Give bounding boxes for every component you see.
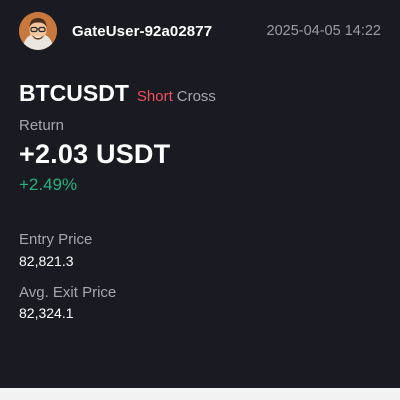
return-value: +2.03 USDT <box>19 139 171 169</box>
position-side-badge: Short <box>136 88 173 105</box>
timestamp: 2025-04-05 14:22 <box>266 23 382 39</box>
card-header: GateUser-92a02877 2025-04-05 14:22 <box>19 12 381 52</box>
bottom-divider <box>0 388 400 400</box>
entry-price-value: 82,821.3 <box>19 253 74 269</box>
trading-pair: BTCUSDT <box>19 80 129 106</box>
entry-price-label: Entry Price <box>19 231 93 248</box>
pair-row: BTCUSDT Short Cross <box>19 80 216 110</box>
return-label: Return <box>19 117 65 134</box>
username: GateUser-92a02877 <box>72 23 213 40</box>
return-percent: +2.49% <box>19 175 78 194</box>
avatar-portrait-icon <box>19 12 57 50</box>
avatar[interactable] <box>19 12 57 50</box>
trade-share-card: GateUser-92a02877 2025-04-05 14:22 BTCUS… <box>0 0 400 388</box>
exit-price-value: 82,324.1 <box>19 305 74 321</box>
margin-mode-label: Cross <box>176 88 216 105</box>
exit-price-label: Avg. Exit Price <box>19 284 117 301</box>
